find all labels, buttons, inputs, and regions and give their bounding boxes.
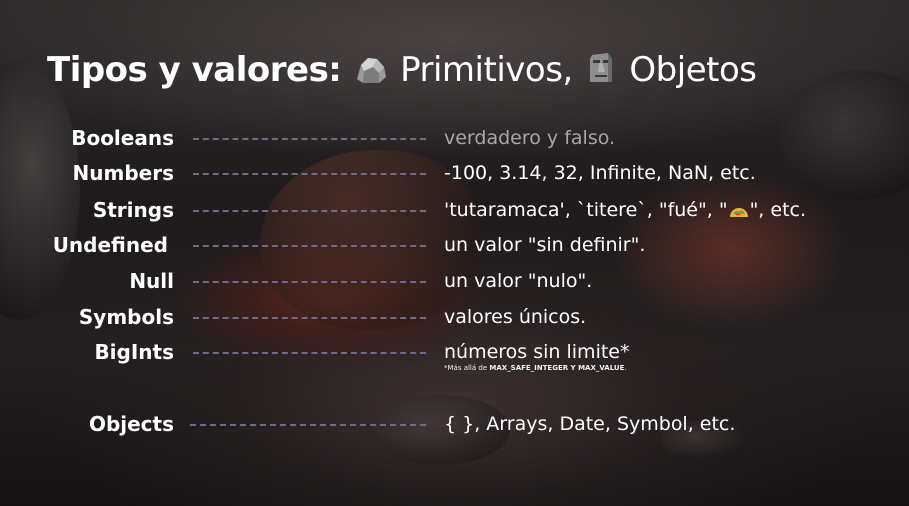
footnote-conjunction: Y [568,364,579,372]
dashed-connector [193,317,426,319]
type-value: un valor "nulo". [444,270,593,292]
type-label: Undefined [52,233,168,257]
type-label: Booleans [71,126,174,150]
title-objects: Objetos [629,50,757,90]
title-main: Tipos y valores: [47,50,342,90]
dashed-connector [193,138,426,140]
type-row-undefined: Undefined un valor "sin definir". [0,232,909,258]
dashed-connector [193,173,426,175]
footnote-term: MAX_VALUE [578,364,625,372]
dashed-connector [190,424,426,426]
title-primitives: Primitivos, [400,50,573,90]
type-row-booleans: Booleans verdadero y falso. [0,125,909,151]
dashed-connector [193,281,426,283]
type-row-objects: Objects { }, Arrays, Date, Symbol, etc. [0,411,909,437]
type-row-bigints: BigInts números sin limite* [0,339,909,365]
type-label: Numbers [72,161,174,185]
dashed-connector [193,352,426,354]
type-label: Strings [92,198,174,222]
type-value: -100, 3.14, 32, Infinite, NaN, etc. [444,162,756,184]
type-row-numbers: Numbers -100, 3.14, 32, Infinite, NaN, e… [0,160,909,186]
value-text: 'tutaramaca', `titere`, "fué", " [444,199,728,221]
footnote-text: *Más allá de [444,364,490,372]
slide-title: Tipos y valores: Primitivos, Objetos [47,50,757,94]
type-label: BigInts [94,340,174,364]
type-value: un valor "sin definir". [444,234,646,256]
footnote-text: . [624,364,627,372]
type-label: Objects [88,412,174,436]
type-value: números sin limite* [444,341,630,363]
type-value: verdadero y falso. [444,127,616,149]
type-row-strings: Strings 'tutaramaca', `titere`, "fué", "… [0,197,909,223]
footnote-term: MAX_SAFE_INTEGER [489,364,569,372]
type-row-symbols: Symbols valores únicos. [0,304,909,330]
value-text: ", etc. [749,199,807,221]
type-label: Symbols [78,305,174,329]
moai-icon [584,51,618,94]
dashed-connector [193,210,426,212]
rock-icon [353,53,389,94]
type-value: 'tutaramaca', `titere`, "fué", " ", etc. [444,197,806,227]
dashed-connector [193,245,426,247]
type-label: Null [129,269,174,293]
type-value: valores únicos. [444,306,587,328]
bigint-footnote: *Más allá de MAX_SAFE_INTEGER Y MAX_VALU… [444,364,627,372]
type-row-null: Null un valor "nulo". [0,268,909,294]
taco-icon [728,201,750,227]
type-value: { }, Arrays, Date, Symbol, etc. [444,413,736,435]
